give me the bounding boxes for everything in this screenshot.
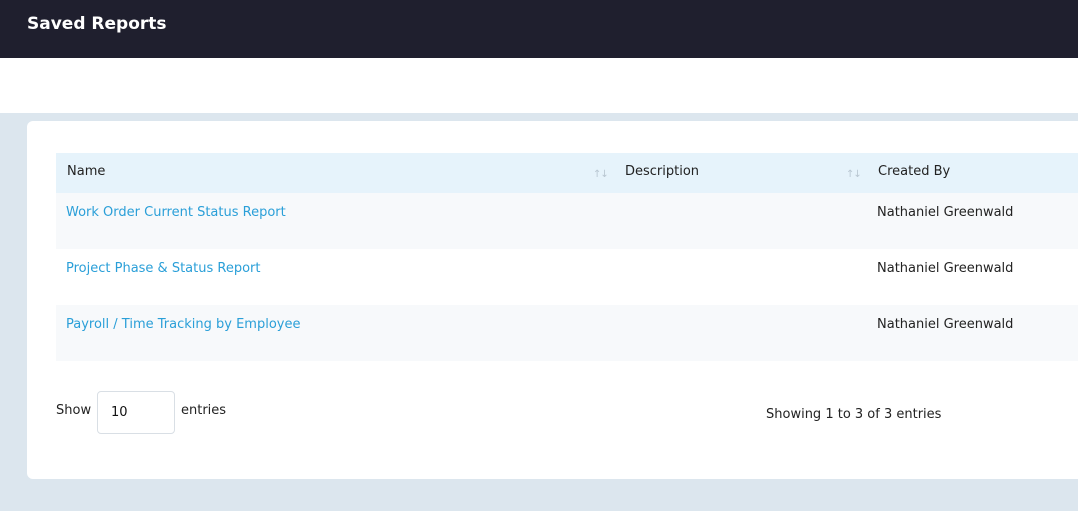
column-header-created-by[interactable]: Created By xyxy=(878,153,950,193)
toolbar-area xyxy=(0,58,1078,113)
show-label: Show xyxy=(56,403,92,418)
table-row: Payroll / Time Tracking by Employee Nath… xyxy=(56,305,1078,361)
table-header: Name ↑↓ Description ↑↓ Created By xyxy=(56,153,1078,193)
table-row: Work Order Current Status Report Nathani… xyxy=(56,193,1078,249)
report-name-link[interactable]: Payroll / Time Tracking by Employee xyxy=(66,317,300,332)
sort-arrows-icon[interactable]: ↑↓ xyxy=(846,169,862,180)
report-created-by: Nathaniel Greenwald xyxy=(877,205,1014,220)
table-footer: Show entries Showing 1 to 3 of 3 entries xyxy=(56,391,1078,435)
report-name-link[interactable]: Work Order Current Status Report xyxy=(66,205,286,220)
table-row: Project Phase & Status Report Nathaniel … xyxy=(56,249,1078,305)
sort-arrows-icon[interactable]: ↑↓ xyxy=(593,169,609,180)
column-header-description[interactable]: Description xyxy=(625,153,699,193)
entries-label: entries xyxy=(181,403,227,418)
report-created-by: Nathaniel Greenwald xyxy=(877,261,1014,276)
page-length-input[interactable] xyxy=(97,391,175,434)
reports-table: Name ↑↓ Description ↑↓ Created By Work O… xyxy=(56,153,1078,361)
top-bar: Saved Reports xyxy=(0,0,1078,58)
table-info: Showing 1 to 3 of 3 entries xyxy=(766,407,942,422)
reports-card: Name ↑↓ Description ↑↓ Created By Work O… xyxy=(27,121,1078,479)
report-name-link[interactable]: Project Phase & Status Report xyxy=(66,261,260,276)
column-header-name[interactable]: Name xyxy=(67,153,105,193)
page-title: Saved Reports xyxy=(27,14,167,34)
report-created-by: Nathaniel Greenwald xyxy=(877,317,1014,332)
